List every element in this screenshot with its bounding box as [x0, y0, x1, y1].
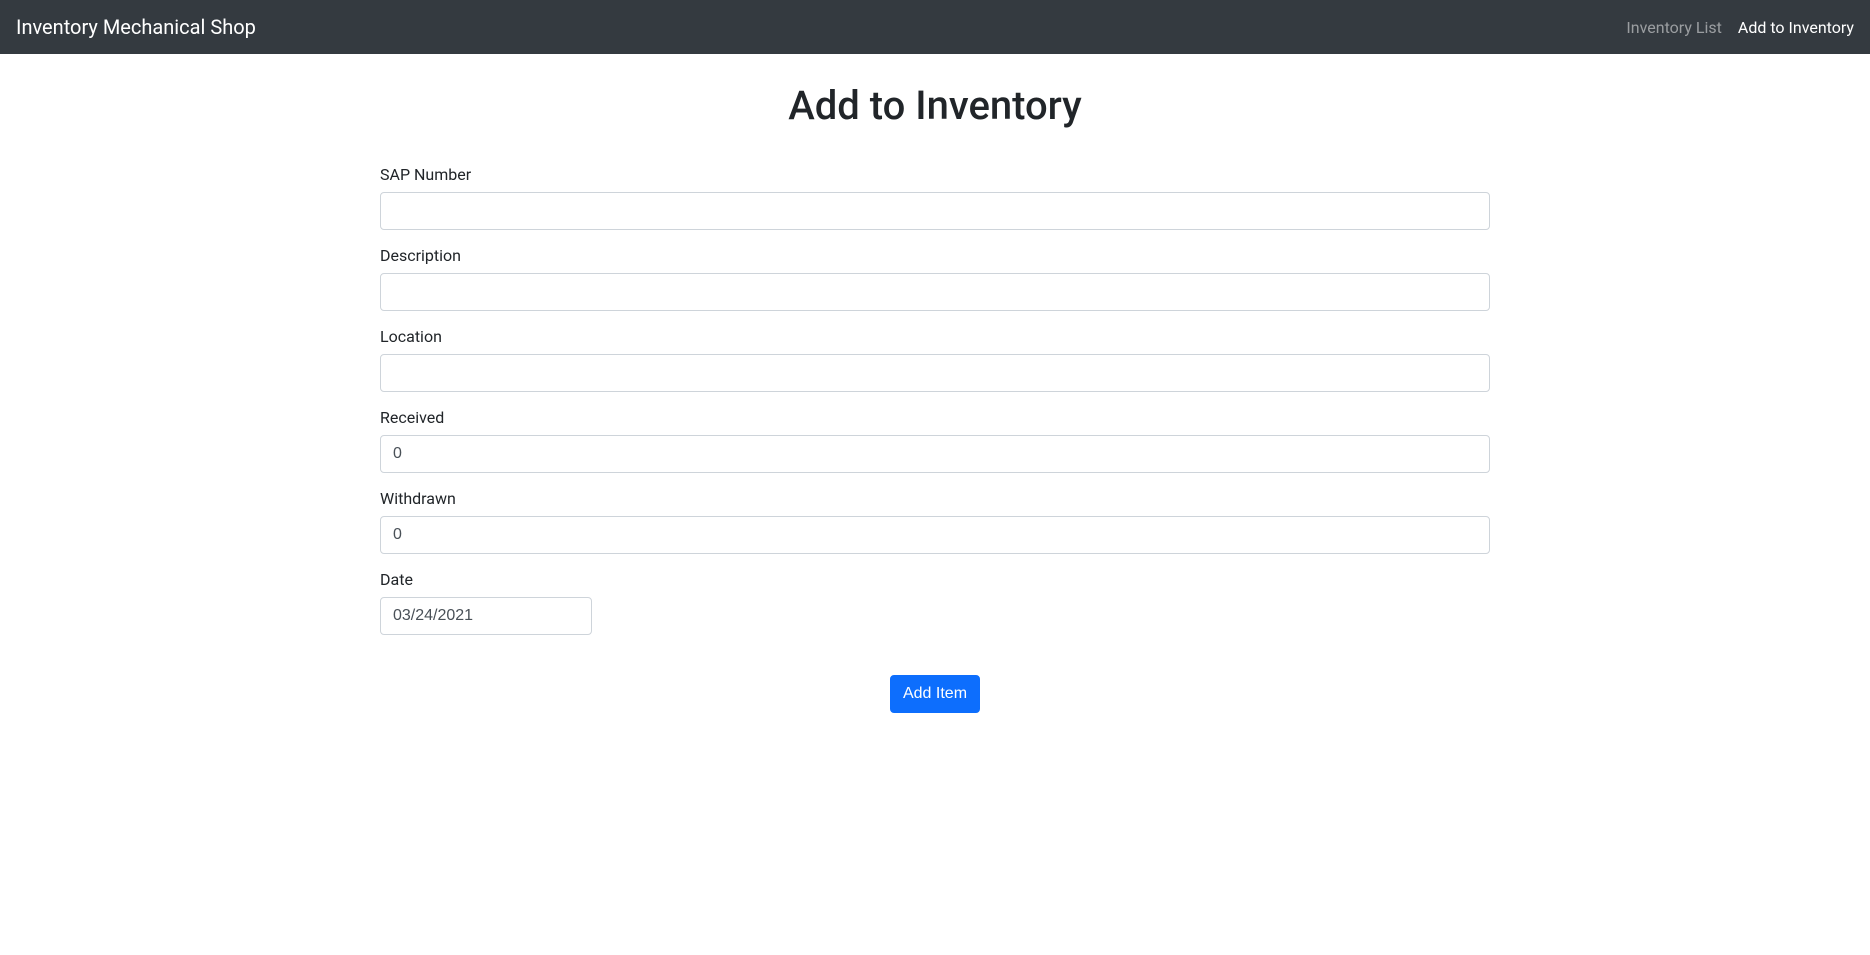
date-input[interactable] [380, 597, 592, 635]
add-item-button[interactable]: Add Item [890, 675, 980, 713]
location-input[interactable] [380, 354, 1490, 392]
form-group-withdrawn: Withdrawn [380, 489, 1490, 554]
nav-link-add-to-inventory[interactable]: Add to Inventory [1738, 18, 1854, 37]
sap-number-label: SAP Number [380, 165, 1490, 184]
withdrawn-input[interactable] [380, 516, 1490, 554]
location-label: Location [380, 327, 1490, 346]
withdrawn-label: Withdrawn [380, 489, 1490, 508]
navbar-brand[interactable]: Inventory Mechanical Shop [16, 15, 256, 39]
main-container: Add to Inventory SAP Number Description … [365, 82, 1505, 713]
date-label: Date [380, 570, 1490, 589]
form-group-description: Description [380, 246, 1490, 311]
form-group-received: Received [380, 408, 1490, 473]
form-group-location: Location [380, 327, 1490, 392]
button-wrapper: Add Item [380, 675, 1490, 713]
description-label: Description [380, 246, 1490, 265]
navbar: Inventory Mechanical Shop Inventory List… [0, 0, 1870, 54]
nav-links: Inventory List Add to Inventory [1626, 18, 1854, 37]
sap-number-input[interactable] [380, 192, 1490, 230]
form-group-sap-number: SAP Number [380, 165, 1490, 230]
add-inventory-form: SAP Number Description Location Received… [380, 165, 1490, 713]
form-group-date: Date [380, 570, 1490, 635]
received-label: Received [380, 408, 1490, 427]
received-input[interactable] [380, 435, 1490, 473]
nav-link-inventory-list[interactable]: Inventory List [1626, 18, 1721, 37]
page-title: Add to Inventory [380, 82, 1490, 129]
description-input[interactable] [380, 273, 1490, 311]
